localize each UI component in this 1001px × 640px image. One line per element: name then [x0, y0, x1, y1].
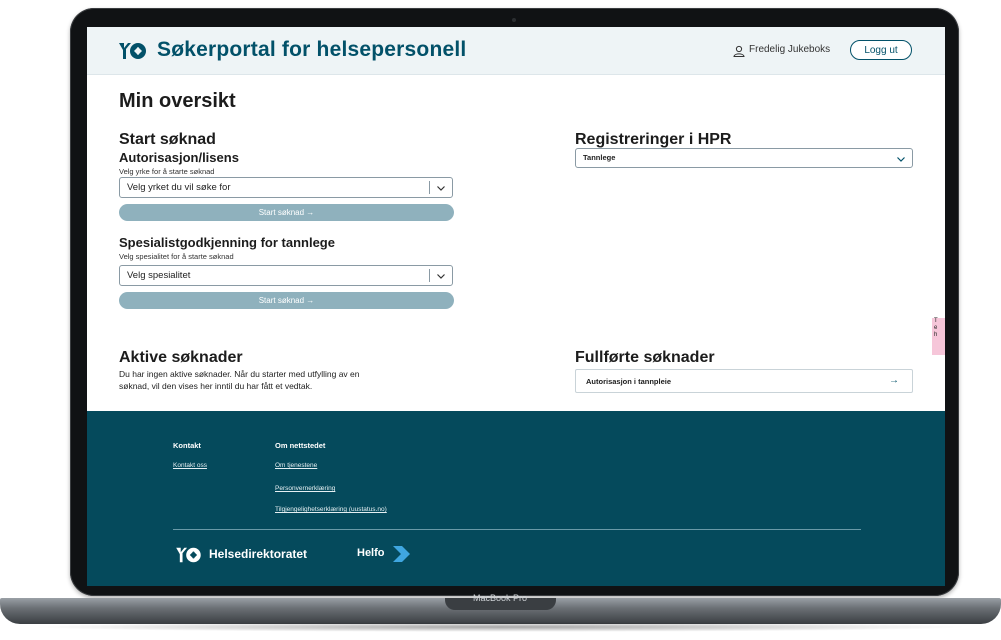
chevron-down-icon [437, 186, 445, 191]
specialty-select[interactable]: Velg spesialitet [119, 265, 453, 286]
side-tab-text-3: h [934, 332, 938, 338]
specialist-heading: Spesialistgodkjenning for tannlege [119, 235, 335, 250]
side-tab-text-2: e [934, 325, 938, 331]
footer-brand-name: Helsedirektoratet [209, 547, 308, 561]
logout-button[interactable]: Logg ut [850, 40, 912, 60]
active-applications-text: Du har ingen aktive søknader. Når du sta… [119, 368, 359, 392]
page-title: Min oversikt [119, 90, 236, 112]
profession-select[interactable]: Velg yrket du vil søke for [119, 177, 453, 198]
footer-link-privacy[interactable]: Personvernerklæring [275, 485, 335, 492]
footer-divider [173, 529, 861, 530]
completed-application-label: Autorisasjon i tannpleie [586, 377, 672, 386]
laptop-shadow [30, 622, 971, 632]
chevron-down-icon [437, 274, 445, 279]
start-authorization-button[interactable]: Start søknad → [119, 204, 454, 221]
footer-contact-heading: Kontakt [173, 441, 201, 450]
site-header: Søkerportal for helsepersonell Fredelig … [87, 27, 945, 75]
footer-link-contact[interactable]: Kontakt oss [173, 462, 207, 469]
specialist-select-label: Velg spesialitet for å starte søknad [119, 252, 234, 261]
chevron-down-icon [897, 157, 905, 162]
start-application-heading: Start søknad [119, 131, 216, 148]
camera [512, 18, 516, 22]
start-specialist-button[interactable]: Start søknad → [119, 292, 454, 309]
active-text-line: søknad, vil den vises her inntil du har … [119, 381, 313, 391]
helsedirektoratet-logo-icon[interactable] [173, 545, 203, 565]
footer-link-accessibility[interactable]: Tilgjengelighetserklæring (uustatus.no) [275, 506, 387, 513]
arrow-right-icon: → [889, 375, 899, 386]
user-name: Fredelig Jukeboks [749, 44, 831, 55]
completed-application-item[interactable]: Autorisasjon i tannpleie → [575, 369, 913, 393]
hpr-heading: Registreringer i HPR [575, 131, 732, 148]
authorization-heading: Autorisasjon/lisens [119, 150, 239, 165]
active-applications-heading: Aktive søknader [119, 349, 243, 366]
footer-link-services[interactable]: Om tjenestene [275, 462, 317, 469]
hpr-select[interactable]: Tannlege [575, 148, 913, 168]
site-title[interactable]: Søkerportal for helsepersonell [157, 38, 466, 62]
user-icon [733, 45, 745, 57]
feedback-side-tab[interactable]: T e h [932, 318, 945, 355]
completed-applications-heading: Fullførte søknader [575, 349, 715, 366]
authorization-select-label: Velg yrke for å starte søknad [119, 167, 215, 176]
active-text-line: Du har ingen aktive søknader. Når du sta… [119, 369, 360, 379]
helfo-logo-icon[interactable] [390, 546, 412, 562]
select-divider [429, 269, 430, 282]
site-footer: Kontakt Kontakt oss Om nettstedet Om tje… [87, 411, 945, 586]
hpr-select-value: Tannlege [583, 153, 616, 162]
browser-screen: Søkerportal for helsepersonell Fredelig … [87, 27, 945, 586]
device-label: MacBook Pro [472, 593, 528, 603]
select-divider [429, 181, 430, 194]
helsedirektoratet-logo-icon[interactable] [117, 40, 147, 62]
footer-partner-name: Helfo [357, 547, 385, 559]
profession-select-value: Velg yrket du vil søke for [127, 182, 231, 193]
side-tab-text-1: T [934, 318, 938, 324]
specialty-select-value: Velg spesialitet [127, 270, 191, 281]
footer-about-heading: Om nettstedet [275, 441, 326, 450]
